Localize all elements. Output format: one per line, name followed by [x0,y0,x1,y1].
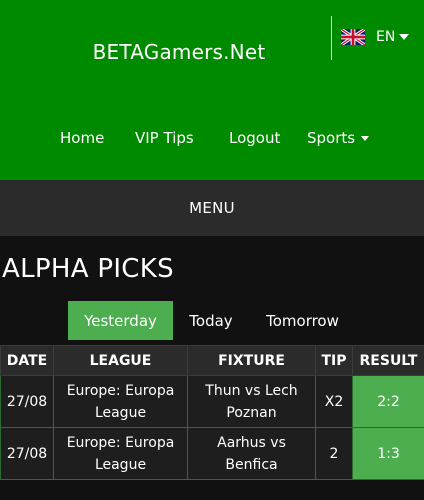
table-row: 27/08 Europe: Europa League Thun vs Lech… [0,375,424,428]
chevron-down-icon [361,135,370,141]
header-divider [331,16,332,60]
cell-league: Europe: Europa League [53,427,188,480]
nav-item-sports-label: Sports [307,129,356,147]
menu-toggle-bar[interactable]: MENU [0,180,424,236]
tab-tomorrow[interactable]: Tomorrow [252,301,353,340]
cell-league: Europe: Europa League [53,375,188,428]
column-header-tip: TIP [315,345,353,376]
site-header: BETAGamers.Net EN Home VIP Tips Logout S… [0,0,424,180]
column-header-date: DATE [0,345,54,376]
cell-result: 2:2 [352,375,424,428]
menu-label: MENU [189,199,235,217]
cell-fixture: Thun vs Lech Poznan [187,375,316,428]
column-header-league: LEAGUE [53,345,188,376]
day-tabs: Yesterday Today Tomorrow [0,301,424,340]
table-row: 27/08 Europe: Europa League Aarhus vs Be… [0,427,424,480]
tab-today[interactable]: Today [173,301,249,340]
nav-item-logout[interactable]: Logout [229,129,280,147]
cell-result: 1:3 [352,427,424,480]
uk-flag-icon [341,29,365,45]
language-selector[interactable]: EN [341,27,410,47]
chevron-down-icon [399,34,410,40]
cell-date: 27/08 [0,427,54,480]
nav-item-home[interactable]: Home [60,129,104,147]
table-header-row: DATE LEAGUE FIXTURE TIP RESULT [0,345,424,376]
picks-table: DATE LEAGUE FIXTURE TIP RESULT 27/08 Eur… [0,345,424,480]
cell-date: 27/08 [0,375,54,428]
cell-tip: 2 [315,427,353,480]
language-label: EN [376,29,396,45]
site-title[interactable]: BETAGamers.Net [0,40,358,64]
cell-tip: X2 [315,375,353,428]
page-title: ALPHA PICKS [2,254,174,284]
column-header-fixture: FIXTURE [187,345,316,376]
nav-item-sports[interactable]: Sports [307,129,370,147]
tab-yesterday[interactable]: Yesterday [68,301,173,340]
cell-fixture: Aarhus vs Benfica [187,427,316,480]
column-header-result: RESULT [352,345,424,376]
nav-item-vip-tips[interactable]: VIP Tips [135,129,194,147]
main-nav: Home VIP Tips Logout Sports [0,129,424,151]
